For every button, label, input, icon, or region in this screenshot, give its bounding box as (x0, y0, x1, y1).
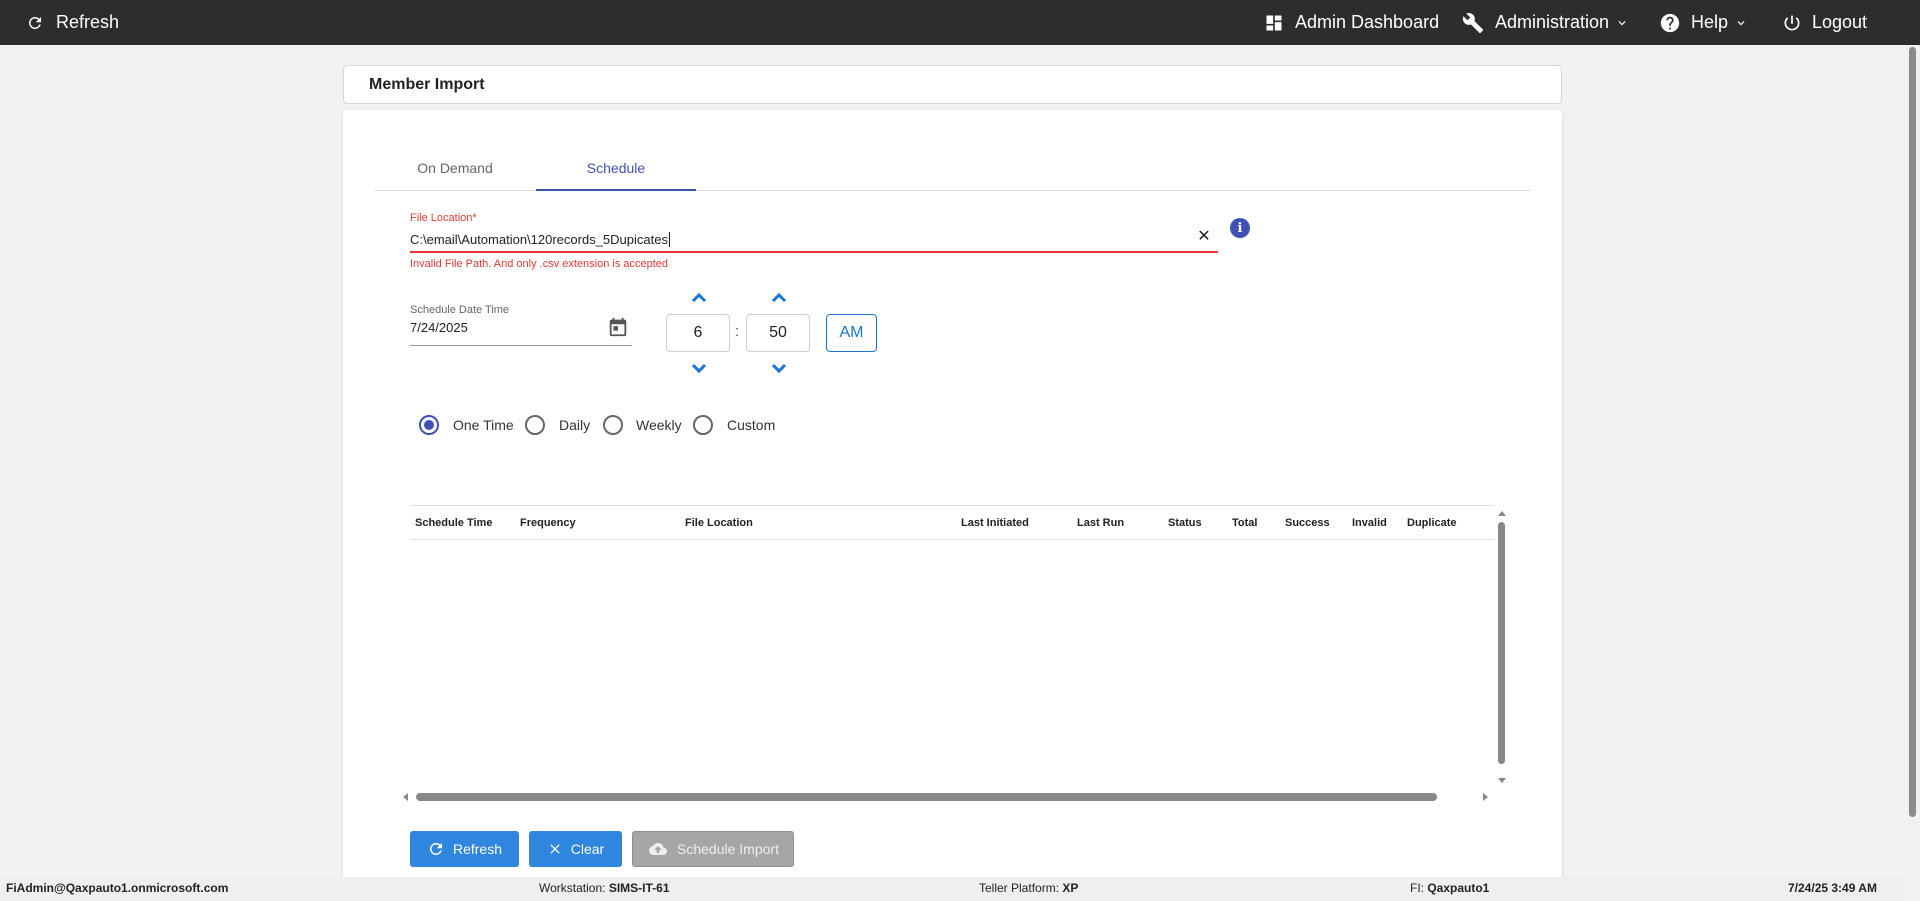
schedule-import-button-label: Schedule Import (677, 841, 779, 857)
status-teller-platform: Teller Platform: XP (979, 881, 1079, 895)
schedule-table: Schedule Time Frequency File Location La… (410, 505, 1506, 795)
column-header[interactable]: Schedule Time (415, 517, 492, 529)
table-horizontal-scrollbar-thumb[interactable] (416, 793, 1437, 801)
scroll-left-arrow-icon[interactable] (403, 793, 408, 801)
dashboard-icon (1266, 15, 1282, 30)
file-location-error: Invalid File Path. And only .csv extensi… (410, 258, 669, 270)
info-icon[interactable]: i (1230, 218, 1250, 238)
clear-button-label: Clear (570, 841, 605, 857)
scroll-right-arrow-icon[interactable] (1483, 793, 1488, 801)
refresh-button-label: Refresh (452, 841, 503, 857)
logout-label: Logout (1812, 12, 1868, 32)
status-datetime: 7/24/25 3:49 AM (1788, 881, 1877, 895)
administration-menu[interactable]: Administration (1462, 0, 1629, 45)
hour-up-chevron-icon[interactable] (689, 290, 709, 304)
radio-weekly[interactable] (603, 415, 623, 435)
file-location-label: File Location* (410, 212, 477, 224)
refresh-button[interactable]: Refresh (410, 831, 519, 867)
column-header[interactable]: Success (1285, 517, 1330, 529)
status-fi: FI: Qaxpauto1 (1410, 881, 1490, 895)
top-refresh-label: Refresh (56, 12, 120, 32)
cloud-upload-icon (649, 843, 668, 855)
admin-dashboard-label: Admin Dashboard (1295, 12, 1440, 32)
table-header: Schedule Time Frequency File Location La… (410, 505, 1495, 540)
radio-custom[interactable] (693, 415, 713, 435)
column-header[interactable]: Frequency (520, 517, 576, 529)
administration-label: Administration (1495, 12, 1610, 32)
tab-schedule[interactable]: Schedule (536, 146, 696, 191)
time-separator: : (735, 323, 740, 340)
calendar-icon[interactable] (607, 316, 629, 343)
column-header[interactable]: Total (1232, 517, 1257, 529)
top-refresh-button[interactable]: Refresh (26, 0, 119, 45)
status-user: FiAdmin@Qaxpauto1.onmicrosoft.com (6, 881, 229, 895)
table-vertical-scrollbar-thumb[interactable] (1498, 522, 1505, 764)
radio-weekly-label: Weekly (636, 417, 682, 433)
minute-up-chevron-icon[interactable] (769, 290, 789, 304)
logout-button[interactable]: Logout (1782, 0, 1867, 45)
clear-button[interactable]: Clear (529, 831, 622, 867)
radio-daily-label: Daily (559, 417, 591, 433)
refresh-icon (28, 16, 41, 29)
tab-bar: On Demand Schedule (375, 146, 1530, 191)
close-icon (550, 844, 560, 854)
column-header[interactable]: Last Run (1077, 517, 1124, 529)
chevron-down-icon (1618, 20, 1626, 25)
column-header[interactable]: Invalid (1352, 517, 1387, 529)
column-header[interactable]: Last Initiated (961, 517, 1029, 529)
status-workstation: Workstation: SIMS-IT-61 (539, 881, 670, 895)
page-scrollbar[interactable] (1905, 45, 1920, 901)
help-label: Help (1691, 12, 1729, 32)
file-location-input[interactable]: C:\email\Automation\120records_5Dupicate… (410, 227, 1218, 253)
table-vertical-scrollbar[interactable] (1495, 505, 1510, 785)
tab-on-demand[interactable]: On Demand (375, 146, 535, 190)
page-scrollbar-thumb[interactable] (1909, 47, 1916, 817)
top-navigation-bar: Refresh Admin Dashboard Administration H… (0, 0, 1920, 45)
scroll-down-arrow-icon[interactable] (1498, 778, 1506, 783)
radio-one-time-label: One Time (453, 417, 514, 433)
power-icon (1784, 15, 1800, 30)
page-title: Member Import (343, 65, 1562, 104)
text-caret (668, 231, 670, 247)
column-header[interactable]: File Location (685, 517, 753, 529)
chevron-down-icon (1737, 20, 1745, 25)
radio-one-time[interactable] (419, 415, 439, 435)
close-icon[interactable]: ✕ (1195, 227, 1213, 245)
wrench-icon (1462, 12, 1484, 33)
minute-input[interactable]: 50 (746, 314, 810, 352)
hour-input[interactable]: 6 (666, 314, 730, 352)
radio-daily[interactable] (525, 415, 545, 435)
schedule-date-label: Schedule Date Time (410, 304, 510, 316)
am-pm-toggle-button[interactable]: AM (826, 314, 877, 352)
radio-custom-label: Custom (727, 417, 776, 433)
help-menu[interactable]: Help (1659, 0, 1748, 45)
admin-dashboard-link[interactable]: Admin Dashboard (1264, 0, 1439, 45)
scroll-up-arrow-icon[interactable] (1498, 511, 1506, 516)
minute-down-chevron-icon[interactable] (769, 362, 789, 376)
schedule-date-input[interactable]: 7/24/2025 (410, 318, 632, 346)
refresh-icon (429, 843, 442, 855)
table-horizontal-scrollbar[interactable] (403, 790, 1491, 804)
column-header[interactable]: Duplicate (1407, 517, 1457, 529)
schedule-import-button[interactable]: Schedule Import (632, 831, 794, 867)
file-location-value: C:\email\Automation\120records_5Dupicate… (410, 231, 668, 247)
column-header[interactable]: Status (1168, 517, 1202, 529)
hour-down-chevron-icon[interactable] (689, 362, 709, 376)
help-icon (1660, 13, 1680, 32)
status-bar: FiAdmin@Qaxpauto1.onmicrosoft.com Workst… (0, 877, 1905, 901)
